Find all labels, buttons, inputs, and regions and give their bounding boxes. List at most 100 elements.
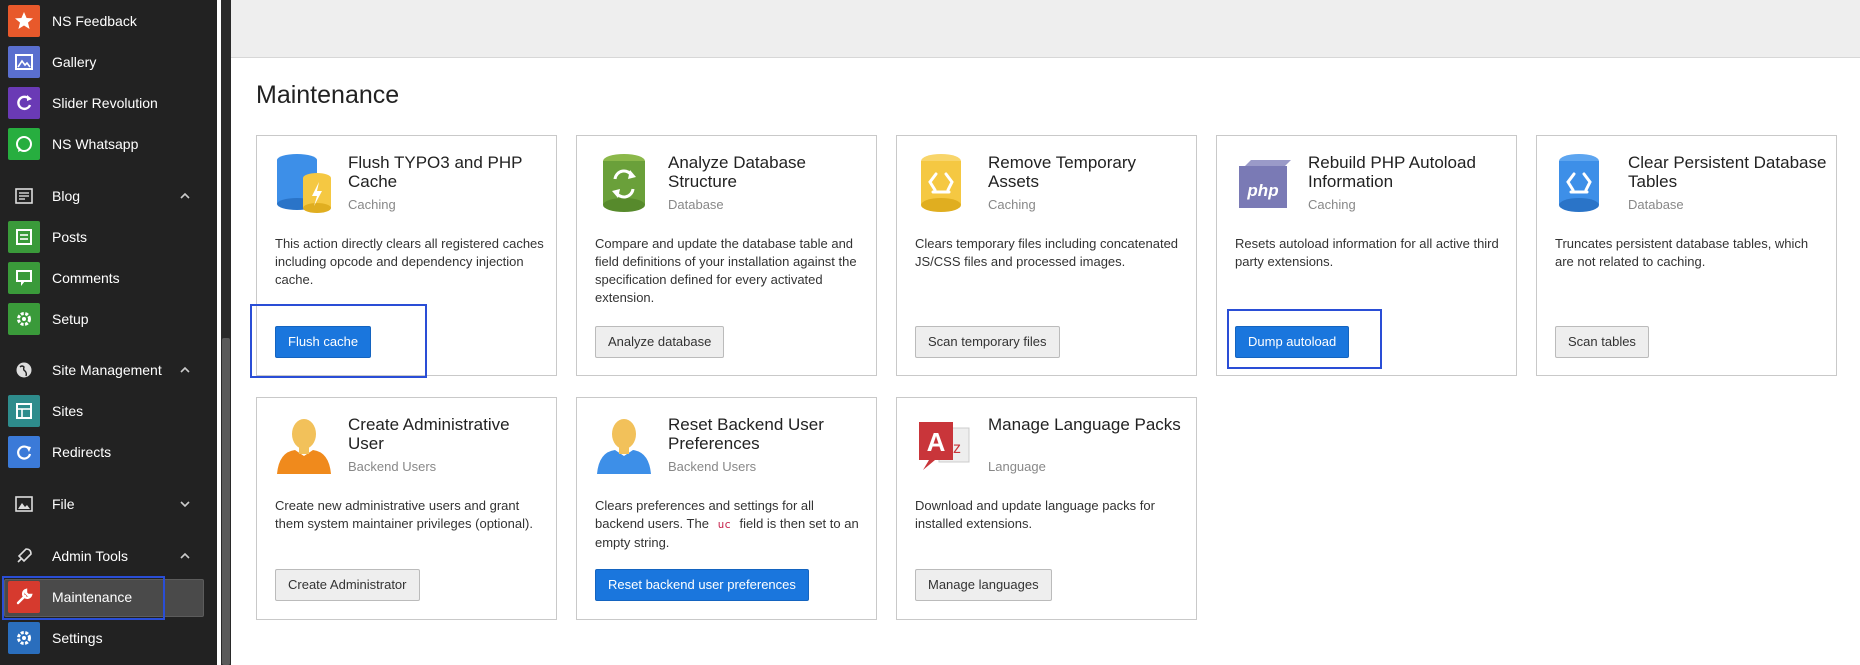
sidebar-item-label: NS Whatsapp [52, 136, 139, 152]
card-reset-user-preferences: Reset Backend User Preferences Backend U… [576, 397, 877, 620]
card-description: Clears preferences and settings for all … [595, 497, 865, 552]
sidebar-item-ns-feedback[interactable]: NS Feedback [0, 4, 217, 38]
temp-assets-icon [921, 154, 961, 212]
rocket-icon [8, 540, 40, 572]
card-title: Remove Temporary Assets [988, 153, 1137, 191]
card-description: Clears temporary files including concate… [915, 236, 1179, 269]
cache-icon [277, 154, 331, 213]
sidebar-item-sites[interactable]: Sites [0, 394, 217, 428]
card-description: Resets autoload information for all acti… [1235, 236, 1499, 269]
sidebar-group-site-management[interactable]: Site Management [0, 353, 217, 387]
sidebar-group-blog[interactable]: Blog [0, 179, 217, 213]
posts-icon [8, 221, 40, 253]
sidebar-item-ns-whatsapp[interactable]: NS Whatsapp [0, 127, 217, 161]
page-title: Maintenance [256, 81, 400, 109]
file-icon [8, 488, 40, 520]
sidebar-item-label: Redirects [52, 444, 112, 460]
chevron-down-icon[interactable] [178, 497, 192, 511]
user-reset-icon [597, 419, 651, 474]
card-title: Analyze Database Structure [668, 153, 806, 191]
sidebar-item-label: Comments [52, 270, 120, 286]
sidebar-item-redirects[interactable]: Redirects [0, 435, 217, 469]
card-title: Manage Language Packs [988, 415, 1181, 434]
sidebar-group-label: File [52, 496, 75, 512]
scan-temporary-files-button[interactable]: Scan temporary files [915, 326, 1060, 358]
sidebar-item-label: Settings [52, 630, 103, 646]
card-description: Download and update language packs for i… [915, 498, 1155, 531]
card-description: Create new administrative users and gran… [275, 498, 533, 531]
card-category: Caching [988, 197, 1036, 212]
sidebar-item-label: Gallery [52, 54, 97, 70]
sidebar-item-label: NS Feedback [52, 13, 137, 29]
flush-cache-highlight [250, 304, 427, 378]
card-category: Database [1628, 197, 1684, 212]
top-toolbar [231, 0, 1860, 58]
card-title: Reset Backend User Preferences [668, 415, 824, 453]
sidebar-scrollbar-thumb[interactable] [222, 338, 230, 665]
card-remove-temporary-assets: Remove Temporary Assets Caching Clears t… [896, 135, 1197, 376]
chevron-up-icon[interactable] [178, 549, 192, 563]
sidebar-group-file[interactable]: File [0, 487, 217, 521]
sidebar-item-setup[interactable]: Setup [0, 302, 217, 336]
whatsapp-icon [8, 128, 40, 160]
php-icon: php [1239, 160, 1291, 208]
refresh-icon [8, 87, 40, 119]
gear-icon [8, 622, 40, 654]
sidebar-group-label: Site Management [52, 362, 162, 378]
star-icon [8, 5, 40, 37]
setup-gear-icon [8, 303, 40, 335]
sidebar-item-comments[interactable]: Comments [0, 261, 217, 295]
inline-code: uc [717, 518, 731, 531]
blog-icon [8, 180, 40, 212]
sidebar-group-label: Admin Tools [52, 548, 129, 564]
dump-autoload-highlight [1227, 309, 1382, 369]
sidebar-selection-highlight [2, 576, 165, 620]
card-title: Clear Persistent Database Tables [1628, 153, 1827, 191]
language-icon: A z [919, 422, 970, 470]
sidebar-group-admin-tools[interactable]: Admin Tools [0, 539, 217, 573]
card-category: Backend Users [348, 459, 437, 474]
card-category: Database [668, 197, 724, 212]
card-title: Rebuild PHP Autoload Information [1308, 153, 1476, 191]
sidebar-item-gallery[interactable]: Gallery [0, 45, 217, 79]
sites-icon [8, 395, 40, 427]
card-title: Flush TYPO3 and PHP Cache [348, 153, 523, 191]
sidebar-item-label: Setup [52, 311, 89, 327]
admin-user-icon [277, 419, 331, 474]
database-analyze-icon [603, 154, 645, 212]
card-analyze-database: Analyze Database Structure Database Comp… [576, 135, 877, 376]
sidebar-item-label: Sites [52, 403, 84, 419]
card-description: Truncates persistent database tables, wh… [1555, 236, 1809, 269]
card-category: Backend Users [668, 459, 757, 474]
reset-backend-user-preferences-button[interactable]: Reset backend user preferences [595, 569, 809, 601]
analyze-database-button[interactable]: Analyze database [595, 326, 725, 358]
sidebar-item-settings[interactable]: Settings [0, 621, 217, 655]
sidebar-group-label: Blog [52, 188, 81, 204]
redirects-icon [8, 436, 40, 468]
sidebar-item-label: Slider Revolution [52, 95, 158, 111]
sidebar-item-slider-revolution[interactable]: Slider Revolution [0, 86, 217, 120]
svg-text:A: A [927, 427, 946, 457]
card-category: Caching [348, 197, 396, 212]
sidebar-item-posts[interactable]: Posts [0, 220, 217, 254]
scan-tables-button[interactable]: Scan tables [1555, 326, 1649, 358]
svg-text:php: php [1246, 181, 1278, 200]
card-title: Create Administrative User [348, 415, 510, 453]
comments-icon [8, 262, 40, 294]
manage-languages-button[interactable]: Manage languages [915, 569, 1052, 601]
globe-icon [8, 354, 40, 386]
card-category: Language [988, 459, 1046, 474]
card-manage-language-packs: A z Manage Language Packs Language Downl… [896, 397, 1197, 620]
database-recycle-icon [1559, 154, 1599, 212]
card-category: Caching [1308, 197, 1356, 212]
svg-text:z: z [953, 440, 961, 457]
card-create-admin-user: Create Administrative User Backend Users… [256, 397, 557, 620]
chevron-up-icon[interactable] [178, 363, 192, 377]
gallery-icon [8, 46, 40, 78]
card-clear-persistent-tables: Clear Persistent Database Tables Databas… [1536, 135, 1837, 376]
create-administrator-button[interactable]: Create Administrator [275, 569, 420, 601]
card-description: Compare and update the database table an… [595, 236, 857, 305]
sidebar-item-label: Posts [52, 229, 88, 245]
chevron-up-icon[interactable] [178, 189, 192, 203]
card-description: This action directly clears all register… [275, 236, 544, 287]
